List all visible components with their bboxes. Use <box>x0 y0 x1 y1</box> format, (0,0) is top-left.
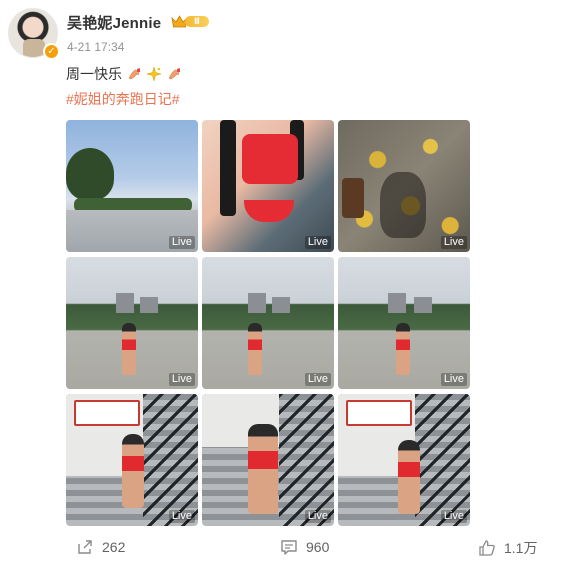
photo-2[interactable]: Live <box>202 120 334 252</box>
repost-button[interactable]: 262 <box>76 538 125 556</box>
live-label: Live <box>440 373 467 386</box>
post-text: 周一快乐 <box>66 66 122 82</box>
railing-shape <box>414 394 470 526</box>
hashtag-link[interactable]: #妮姐的奔跑日记# <box>66 89 180 109</box>
photo-6[interactable]: Live <box>338 257 470 389</box>
photo-4[interactable]: Live <box>66 257 198 389</box>
live-label: Live <box>304 236 331 249</box>
like-button[interactable]: 1.1万 <box>478 538 537 558</box>
red-top-shape <box>242 134 298 184</box>
live-label: Live <box>440 236 467 249</box>
backpack-strap <box>220 120 236 216</box>
photo-1[interactable]: Live <box>66 120 198 252</box>
runner-figure <box>248 424 278 514</box>
photo-grid: Live Live Live Live Live Live Live Live … <box>66 120 470 526</box>
runner-figure <box>398 440 420 514</box>
vip-badge[interactable]: Ⅱ <box>171 14 209 29</box>
live-label: Live <box>304 510 331 523</box>
runner-figure <box>122 434 144 508</box>
cup-shape <box>342 178 364 218</box>
vip-level: Ⅱ <box>185 16 209 27</box>
photo-7[interactable]: Live <box>66 394 198 526</box>
shadow-shape <box>380 172 426 238</box>
runner-figure <box>396 323 410 375</box>
arm-icon <box>128 68 140 80</box>
railing-shape <box>142 394 198 526</box>
runner-figure <box>122 323 136 375</box>
runner-figure <box>248 323 262 375</box>
user-name[interactable]: 吴艳妮Jennie <box>67 12 161 33</box>
sparkle-icon <box>146 66 162 82</box>
post-time[interactable]: 4-21 17:34 <box>67 40 124 54</box>
thumbs-up-icon <box>479 540 495 556</box>
photo-3[interactable]: Live <box>338 120 470 252</box>
post-content: 周一快乐 <box>66 64 182 84</box>
arm-icon <box>168 68 180 80</box>
like-count: 1.1万 <box>504 540 538 556</box>
live-label: Live <box>440 510 467 523</box>
comment-count: 960 <box>306 539 330 555</box>
banner-shape <box>74 400 140 426</box>
building-shape <box>388 293 406 313</box>
railing-shape <box>278 394 334 526</box>
comment-icon <box>281 540 297 555</box>
comment-button[interactable]: 960 <box>280 538 329 556</box>
post-header: ✓ 吴艳妮Jennie Ⅱ 4-21 17:34 <box>8 8 576 64</box>
red-bottom-shape <box>244 200 294 222</box>
building-shape <box>414 297 432 313</box>
share-icon <box>78 540 92 554</box>
photo-5[interactable]: Live <box>202 257 334 389</box>
live-label: Live <box>168 373 195 386</box>
live-label: Live <box>168 510 195 523</box>
banner-shape <box>346 400 412 426</box>
photo-9[interactable]: Live <box>338 394 470 526</box>
building-shape <box>116 293 134 313</box>
photo-8[interactable]: Live <box>202 394 334 526</box>
building-shape <box>248 293 266 313</box>
building-shape <box>140 297 158 313</box>
post-actions: 262 960 1.1万 <box>0 530 576 564</box>
avatar-wrapper[interactable]: ✓ <box>8 8 60 60</box>
repost-count: 262 <box>102 539 126 555</box>
building-shape <box>272 297 290 313</box>
live-label: Live <box>168 236 195 249</box>
live-label: Live <box>304 373 331 386</box>
tree-shape <box>66 148 114 200</box>
verified-badge-icon: ✓ <box>43 43 60 60</box>
